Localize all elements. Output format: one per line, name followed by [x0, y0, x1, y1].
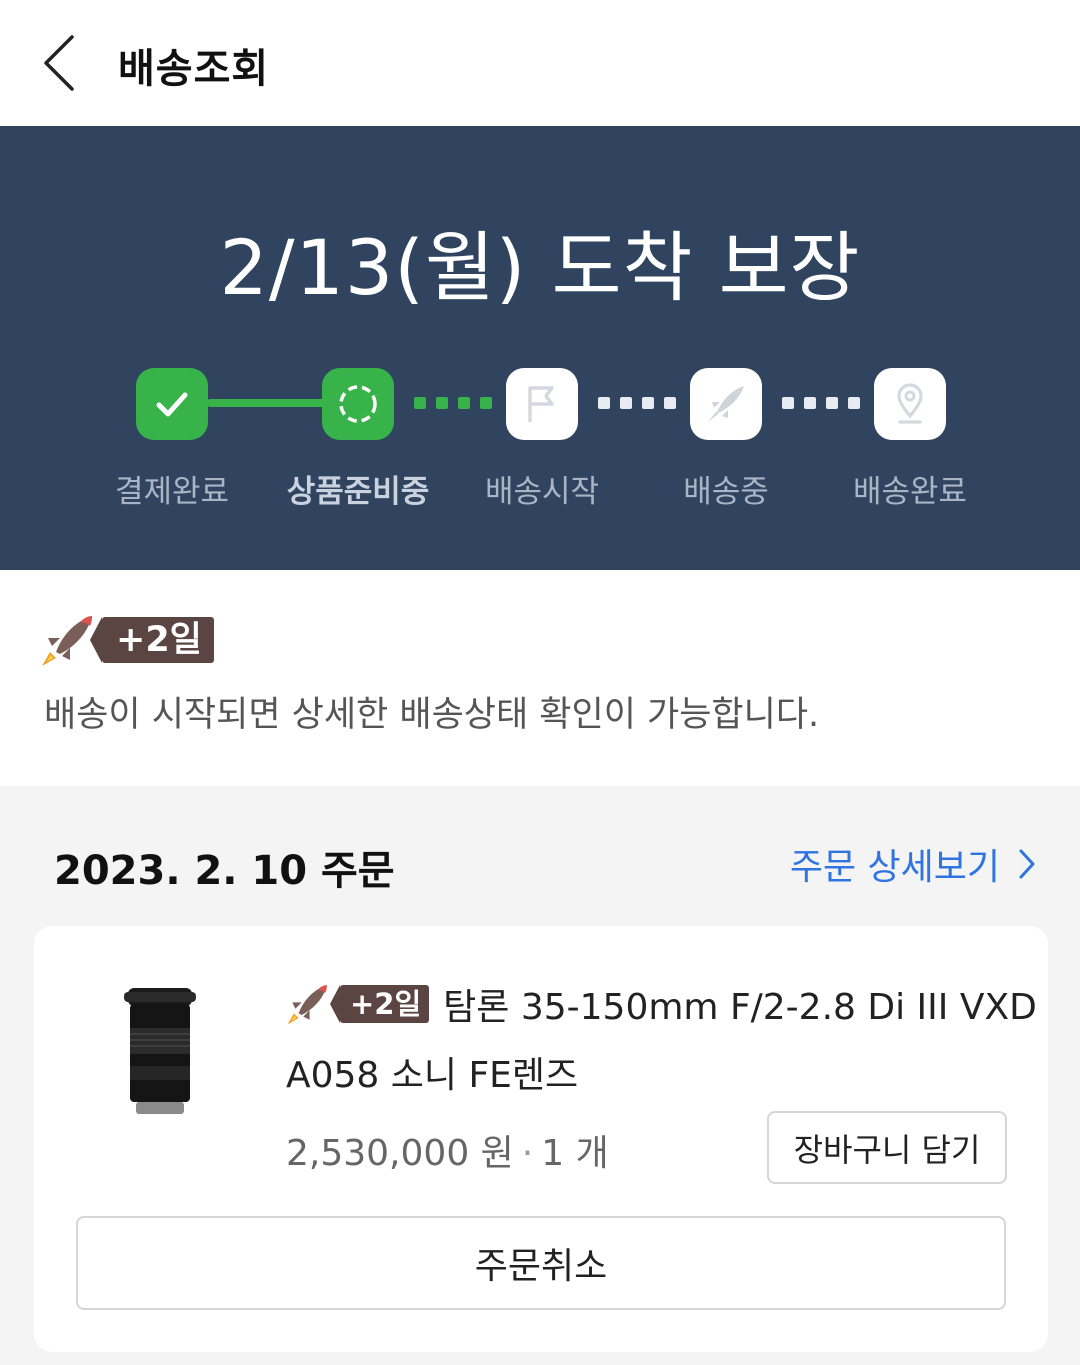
step-payment-complete: [136, 368, 208, 440]
back-button[interactable]: [30, 28, 90, 98]
add-to-cart-button[interactable]: 장바구니 담기: [767, 1111, 1007, 1184]
delivery-days-badge: +2일: [329, 985, 430, 1023]
step-label: 상품준비중: [286, 474, 430, 510]
progress-dots: [598, 397, 676, 409]
delivery-days-badge: +2일: [90, 617, 214, 663]
rocket-delivery-badge: +2일: [40, 612, 214, 668]
top-bar: 배송조회: [0, 0, 1080, 126]
rocket-icon: [42, 616, 92, 666]
progress-dots: [414, 397, 492, 409]
progress-line-done: [208, 399, 328, 407]
check-icon: [156, 392, 188, 417]
order-detail-label: 주문 상세보기: [789, 847, 1000, 888]
step-label: 결제완료: [114, 474, 230, 510]
product-name: 탐론 35-150mm F/2-2.8 Di III VXD: [443, 987, 1037, 1028]
page-title: 배송조회: [118, 46, 270, 92]
order-detail-link[interactable]: 주문 상세보기: [790, 838, 1036, 890]
price-quantity: 2,530,000 원 · 1 개: [286, 1124, 609, 1176]
location-pin-icon: [897, 383, 923, 424]
rocket-icon: [708, 386, 744, 422]
cancel-order-button[interactable]: 주문취소: [76, 1216, 1006, 1310]
step-label: 배송중: [683, 474, 769, 510]
rocket-icon: [287, 985, 327, 1025]
arrival-guarantee-title: 2/13(월) 도착 보장: [219, 223, 861, 312]
progress-dots: [782, 397, 860, 409]
order-item-card: +2일 탐론 35-150mm F/2-2.8 Di III VXD A058 …: [34, 926, 1048, 1352]
progress-circle-icon: [339, 385, 377, 423]
chevron-right-icon: [1019, 849, 1035, 879]
step-label: 배송시작: [484, 474, 600, 510]
separator: ·: [521, 1133, 534, 1174]
chevron-left-icon: [44, 35, 74, 91]
step-preparing: [322, 368, 394, 440]
flag-icon: [528, 386, 554, 422]
product-quantity: 1 개: [541, 1133, 609, 1174]
notice-text: 배송이 시작되면 상세한 배송상태 확인이 가능합니다.: [44, 695, 820, 735]
product-name-line[interactable]: +2일 탐론 35-150mm F/2-2.8 Di III VXD: [286, 978, 1037, 1030]
delivery-status-hero: 2/13(월) 도착 보장 결제완료 상품준비중 배송시작 배송중 배송완료: [0, 126, 1080, 570]
product-price: 2,530,000 원: [286, 1133, 514, 1174]
step-shipping-start: [506, 368, 578, 440]
step-delivered: [874, 368, 946, 440]
delivery-notice: +2일 배송이 시작되면 상세한 배송상태 확인이 가능합니다.: [0, 570, 1080, 786]
step-label: 배송완료: [852, 474, 968, 510]
product-name-cont[interactable]: A058 소니 FE렌즈: [286, 1046, 578, 1098]
order-date: 2023. 2. 10 주문: [54, 848, 395, 894]
product-thumbnail[interactable]: [122, 984, 198, 1118]
step-in-transit: [690, 368, 762, 440]
